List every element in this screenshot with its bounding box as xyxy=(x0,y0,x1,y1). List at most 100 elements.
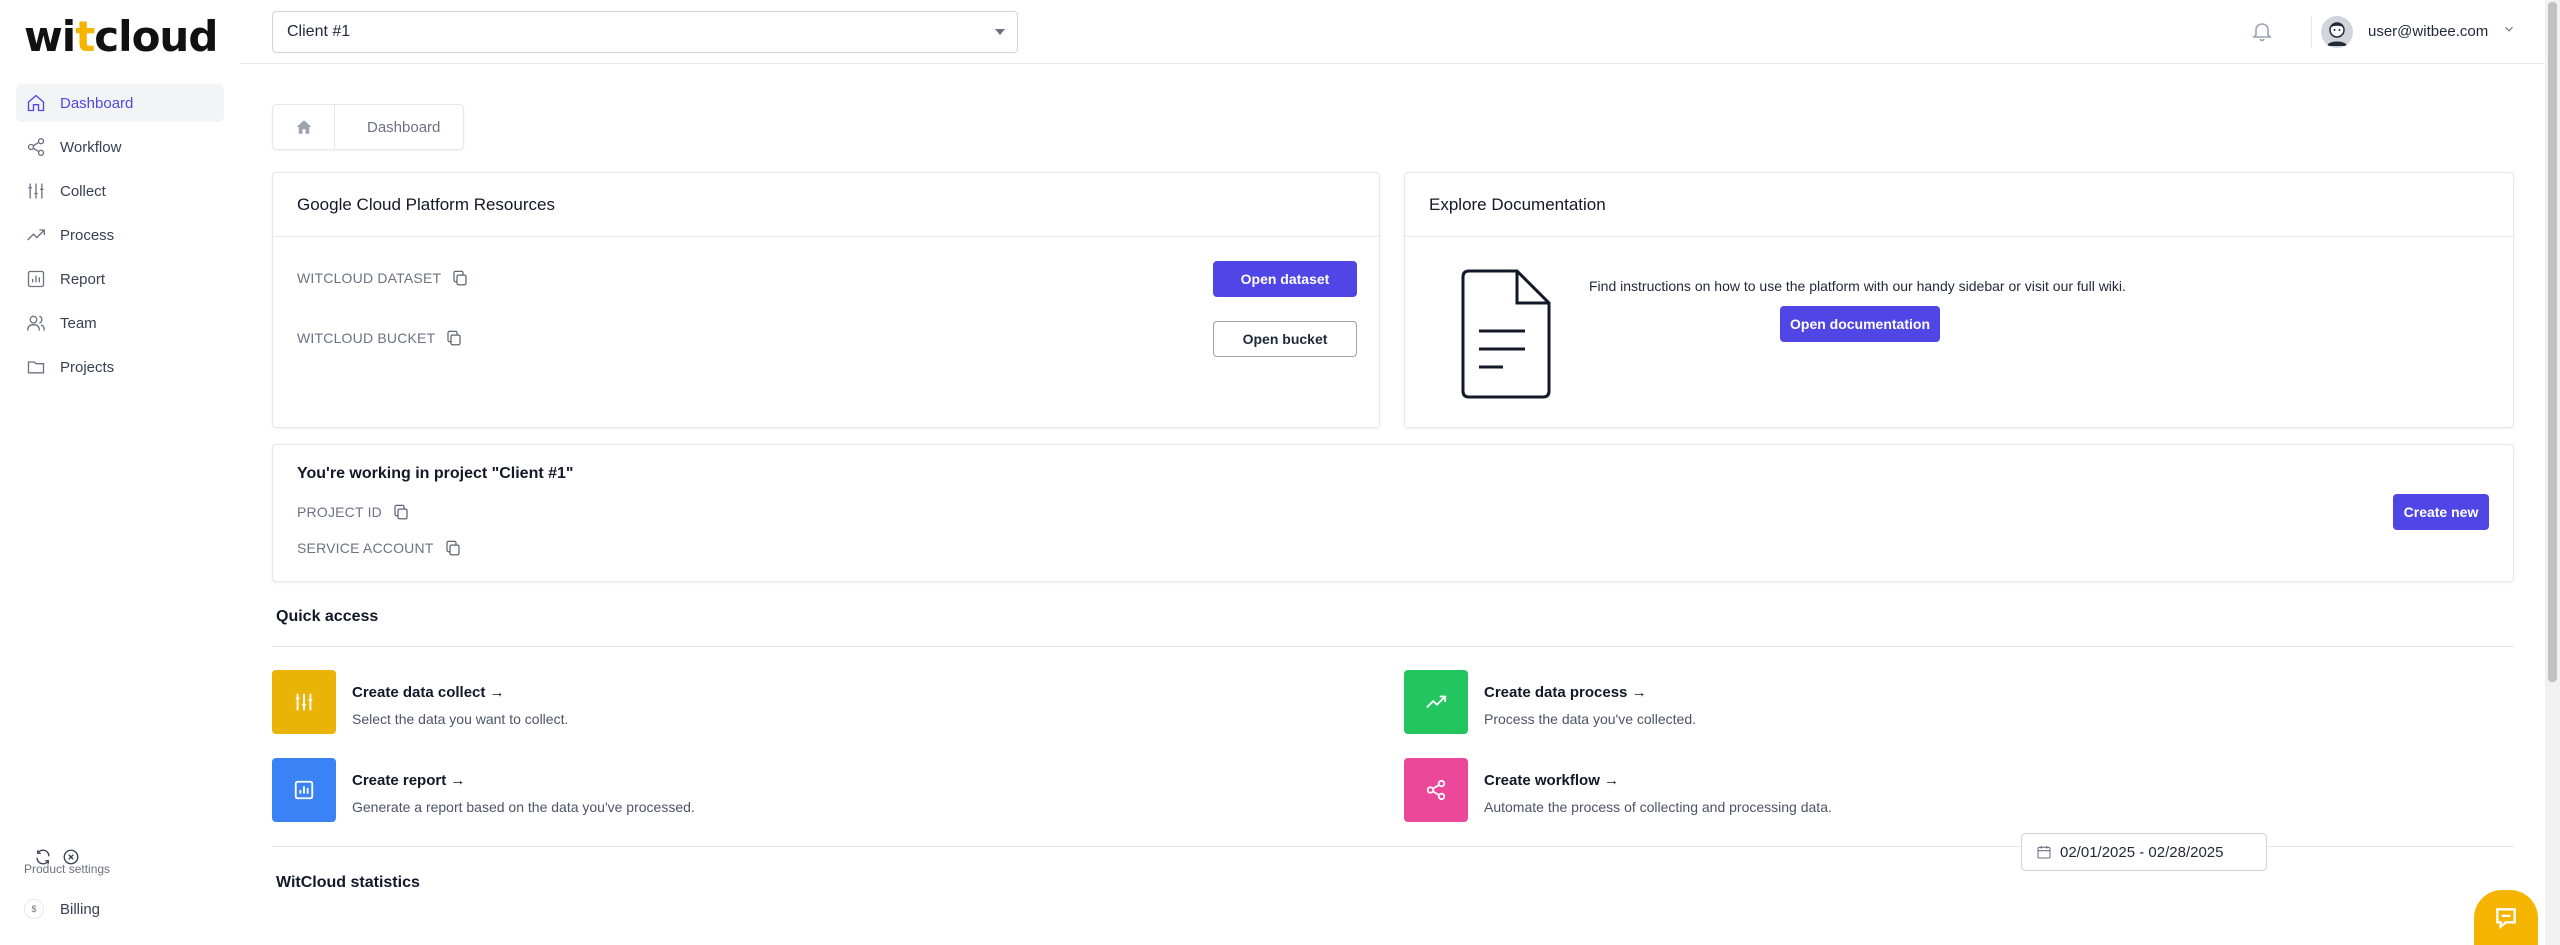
chart-icon xyxy=(27,270,45,288)
copy-icon[interactable] xyxy=(445,329,463,347)
sidebar-item-label: Projects xyxy=(60,358,115,376)
gcp-resources-card: Google Cloud Platform Resources WITCLOUD… xyxy=(272,172,1380,428)
statistics-actions xyxy=(34,848,90,866)
sidebar: witcloud Dashboard Workflow Collect Proc… xyxy=(0,0,240,945)
users-icon xyxy=(27,315,45,331)
logo-text-suffix: cloud xyxy=(94,12,218,61)
bucket-row: WITCLOUD BUCKET xyxy=(297,329,463,347)
documentation-text: Find instructions on how to use the plat… xyxy=(1589,278,2126,294)
avatar[interactable] xyxy=(2321,16,2353,48)
quick-access-title: Quick access xyxy=(276,608,379,625)
card-title: Google Cloud Platform Resources xyxy=(273,173,1379,237)
quick-access-title-text: Create workflow → xyxy=(1484,772,1620,789)
breadcrumb-home[interactable] xyxy=(273,104,335,150)
card-title: Explore Documentation xyxy=(1405,173,2513,237)
scrollbar-thumb[interactable] xyxy=(2548,2,2557,682)
quick-access-desc: Generate a report based on the data you'… xyxy=(352,799,695,815)
main-content: Dashboard Google Cloud Platform Resource… xyxy=(240,64,2545,945)
service-account-row: SERVICE ACCOUNT xyxy=(297,539,462,557)
sidebar-nav: Dashboard Workflow Collect Process Repor… xyxy=(16,84,224,392)
refresh-icon[interactable] xyxy=(34,848,52,866)
open-documentation-button[interactable]: Open documentation xyxy=(1780,306,1940,342)
sidebar-item-team[interactable]: Team xyxy=(16,304,224,342)
sidebar-item-billing[interactable]: $ Billing xyxy=(16,893,224,925)
breadcrumb: Dashboard xyxy=(272,104,464,150)
share-icon xyxy=(1426,779,1446,801)
quick-access-desc: Select the data you want to collect. xyxy=(352,711,569,727)
statistics-title: WitCloud statistics xyxy=(276,874,420,891)
create-new-button[interactable]: Create new xyxy=(2393,494,2489,530)
project-id-row: PROJECT ID xyxy=(297,503,410,521)
close-circle-icon[interactable] xyxy=(62,848,80,866)
quick-access-desc: Process the data you've collected. xyxy=(1484,711,1697,727)
collect-tile xyxy=(272,670,336,734)
service-account-label: SERVICE ACCOUNT xyxy=(297,540,434,556)
chevron-down-icon[interactable] xyxy=(2502,22,2516,36)
dataset-label: WITCLOUD DATASET xyxy=(297,270,442,286)
quick-access-process[interactable]: Create data process → Process the data y… xyxy=(1404,670,2404,734)
copy-icon[interactable] xyxy=(451,269,469,287)
billing-icon: $ xyxy=(24,899,44,919)
home-icon xyxy=(27,94,45,112)
sidebar-item-collect[interactable]: Collect xyxy=(16,172,224,210)
quick-access-workflow[interactable]: Create workflow → Automate the process o… xyxy=(1404,758,2404,822)
sidebar-item-dashboard[interactable]: Dashboard xyxy=(16,84,224,122)
calendar-icon xyxy=(2037,846,2051,859)
bucket-label: WITCLOUD BUCKET xyxy=(297,330,436,346)
page-scrollbar[interactable] xyxy=(2545,0,2560,945)
sidebar-item-projects[interactable]: Projects xyxy=(16,348,224,386)
report-tile xyxy=(272,758,336,822)
witcloud-logo[interactable]: witcloud xyxy=(24,12,218,61)
section-divider xyxy=(272,646,2514,647)
sidebar-item-label: Process xyxy=(60,226,115,244)
client-select[interactable]: Client #1 xyxy=(272,11,1018,53)
sidebar-item-label: Collect xyxy=(60,182,106,200)
chart-icon xyxy=(294,780,314,800)
sidebar-item-process[interactable]: Process xyxy=(16,216,224,254)
project-card: You're working in project "Client #1" PR… xyxy=(272,444,2514,582)
sliders-icon xyxy=(28,183,44,199)
avatar-image xyxy=(2321,16,2353,48)
folder-icon xyxy=(27,361,45,374)
chat-button[interactable] xyxy=(2474,890,2538,945)
project-id-label: PROJECT ID xyxy=(297,504,382,520)
client-select-value: Client #1 xyxy=(287,23,351,40)
documentation-card: Explore Documentation Find instructions … xyxy=(1404,172,2514,428)
share-icon xyxy=(27,138,45,156)
chevron-down-icon xyxy=(995,29,1005,35)
quick-access-collect[interactable]: Create data collect → Select the data yo… xyxy=(272,670,1272,734)
open-dataset-button[interactable]: Open dataset xyxy=(1213,261,1357,297)
logo-text-prefix: wi xyxy=(24,12,76,61)
workflow-tile xyxy=(1404,758,1468,822)
sliders-icon xyxy=(295,693,313,711)
sidebar-item-report[interactable]: Report xyxy=(16,260,224,298)
dataset-row: WITCLOUD DATASET xyxy=(297,269,469,287)
sidebar-item-label: Report xyxy=(60,270,106,288)
date-range-picker[interactable]: 02/01/2025 - 02/28/2025 xyxy=(2021,833,2267,871)
logo-text-accent: t xyxy=(75,12,95,61)
date-range-value: 02/01/2025 - 02/28/2025 xyxy=(2060,843,2224,861)
process-tile xyxy=(1404,670,1468,734)
open-bucket-button[interactable]: Open bucket xyxy=(1213,321,1357,357)
trending-up-icon xyxy=(1426,695,1447,709)
sidebar-item-label: Workflow xyxy=(60,138,122,156)
quick-access-title-text: Create data collect → xyxy=(352,684,505,701)
topbar-divider xyxy=(2311,16,2312,48)
trending-up-icon xyxy=(27,229,45,241)
sidebar-item-label: Team xyxy=(60,314,97,332)
project-title: You're working in project "Client #1" xyxy=(297,465,574,482)
breadcrumb-current: Dashboard xyxy=(367,118,441,136)
copy-icon[interactable] xyxy=(444,539,462,557)
sidebar-item-workflow[interactable]: Workflow xyxy=(16,128,224,166)
bell-icon[interactable] xyxy=(2250,19,2274,43)
user-email[interactable]: user@witbee.com xyxy=(2368,23,2488,40)
quick-access-title-text: Create report → xyxy=(352,772,466,789)
home-icon xyxy=(296,120,311,134)
quick-access-desc: Automate the process of collecting and p… xyxy=(1484,799,1832,815)
quick-access-report[interactable]: Create report → Generate a report based … xyxy=(272,758,1272,822)
quick-access-title-text: Create data process → xyxy=(1484,684,1647,701)
sidebar-item-label: Billing xyxy=(60,900,101,918)
sidebar-item-label: Dashboard xyxy=(60,94,134,112)
copy-icon[interactable] xyxy=(392,503,410,521)
chat-icon xyxy=(2496,907,2516,929)
